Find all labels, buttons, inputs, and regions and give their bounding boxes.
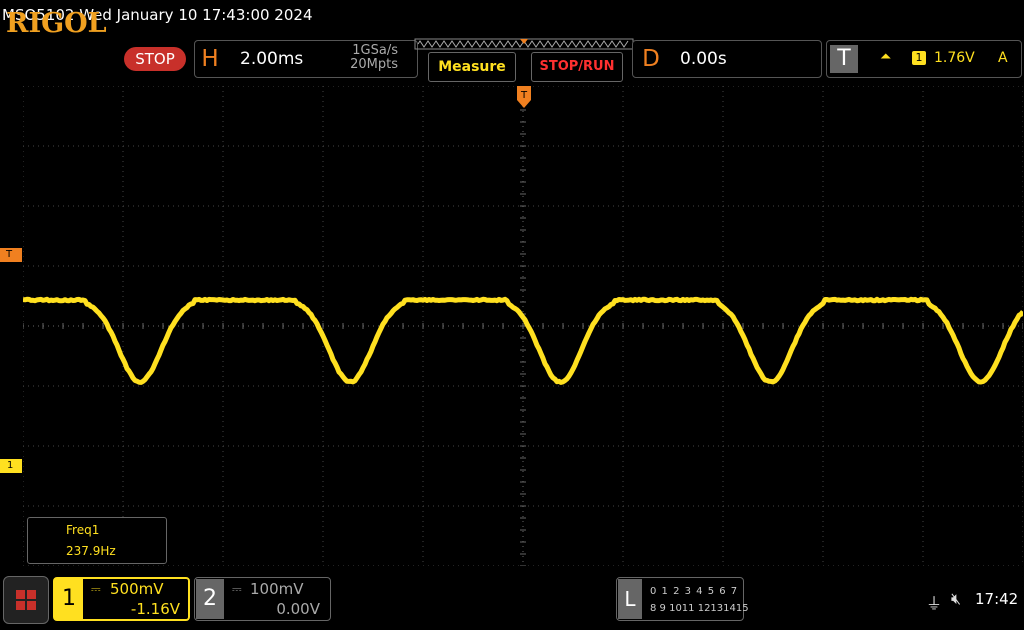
trigger-mode: A	[998, 50, 1008, 66]
horizontal-label: H	[196, 45, 224, 73]
logic-channels-row-1: 0 1 2 3 4 5 6 7	[650, 586, 738, 597]
logic-label: L	[618, 579, 642, 619]
channel-2-scale: 100mV	[250, 580, 304, 598]
trigger-marker-label: T	[520, 90, 528, 101]
delay-value: 0.00s	[680, 49, 727, 69]
channel-2-number: 2	[196, 579, 224, 619]
channel-1-scale: 500mV	[110, 580, 164, 598]
measure-button[interactable]: Measure	[428, 52, 516, 82]
trigger-level-marker[interactable]: T	[0, 248, 22, 262]
delay-label: D	[637, 45, 665, 73]
channel-2-offset: 0.00V	[240, 600, 320, 618]
speaker-muted-icon[interactable]: 🔇︎	[951, 589, 961, 609]
logic-channels-row-2: 8 9 1011 12131415	[650, 603, 749, 614]
memory-depth: 20Mpts	[330, 57, 398, 72]
title-bar: MSO5102 Wed January 10 17:43:00 2024	[0, 0, 1024, 34]
timebase-value: 2.00ms	[240, 49, 303, 69]
memory-position-strip[interactable]	[414, 38, 634, 50]
dc-coupling-icon: ⎓	[91, 582, 101, 597]
channel-1-number: 1	[55, 579, 83, 619]
stop-run-button[interactable]: STOP/RUN	[531, 52, 623, 82]
acquisition-status-badge: STOP	[124, 47, 186, 71]
trigger-label: T	[830, 45, 858, 73]
usb-icon: ⏚	[926, 590, 942, 614]
channel-1-offset: -1.16V	[100, 600, 180, 618]
home-button[interactable]	[3, 576, 49, 624]
trigger-source: 1	[912, 51, 926, 65]
measurement-value: 237.9Hz	[66, 544, 116, 558]
rigol-logo: RIGOL	[6, 8, 107, 39]
grid-menu-icon	[4, 577, 48, 623]
sample-rate: 1GSa/s	[330, 43, 398, 58]
trigger-level: 1.76V	[934, 50, 975, 66]
trigger-edge-icon: ⏶	[880, 49, 891, 65]
system-clock: 17:42	[975, 590, 1018, 608]
measurement-label: Freq1	[66, 523, 99, 537]
channel-1-offset-marker[interactable]: 1	[0, 459, 22, 473]
waveform-display[interactable]	[23, 86, 1023, 566]
trigger-position-marker[interactable]: T	[517, 86, 531, 108]
dc-coupling-icon: ⎓	[232, 582, 242, 597]
